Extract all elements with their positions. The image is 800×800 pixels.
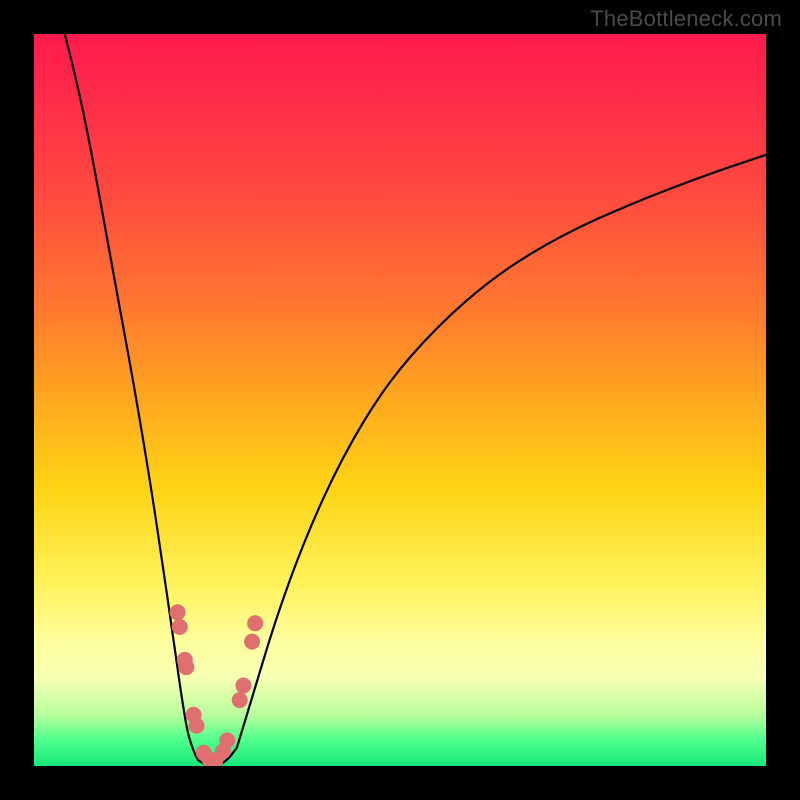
- marker-dot: [219, 732, 235, 748]
- curve-path: [65, 34, 766, 765]
- marker-dot: [247, 615, 263, 631]
- marker-dot: [232, 692, 248, 708]
- marker-dot: [235, 678, 251, 694]
- bottleneck-curve: [34, 34, 766, 766]
- marker-dot: [244, 634, 260, 650]
- marker-dot: [178, 659, 194, 675]
- plot-area: [34, 34, 766, 766]
- marker-dot: [172, 619, 188, 635]
- watermark-text: TheBottleneck.com: [590, 6, 782, 32]
- marker-group: [170, 604, 264, 766]
- chart-frame: TheBottleneck.com: [0, 0, 800, 800]
- marker-dot: [170, 604, 186, 620]
- marker-dot: [189, 718, 205, 734]
